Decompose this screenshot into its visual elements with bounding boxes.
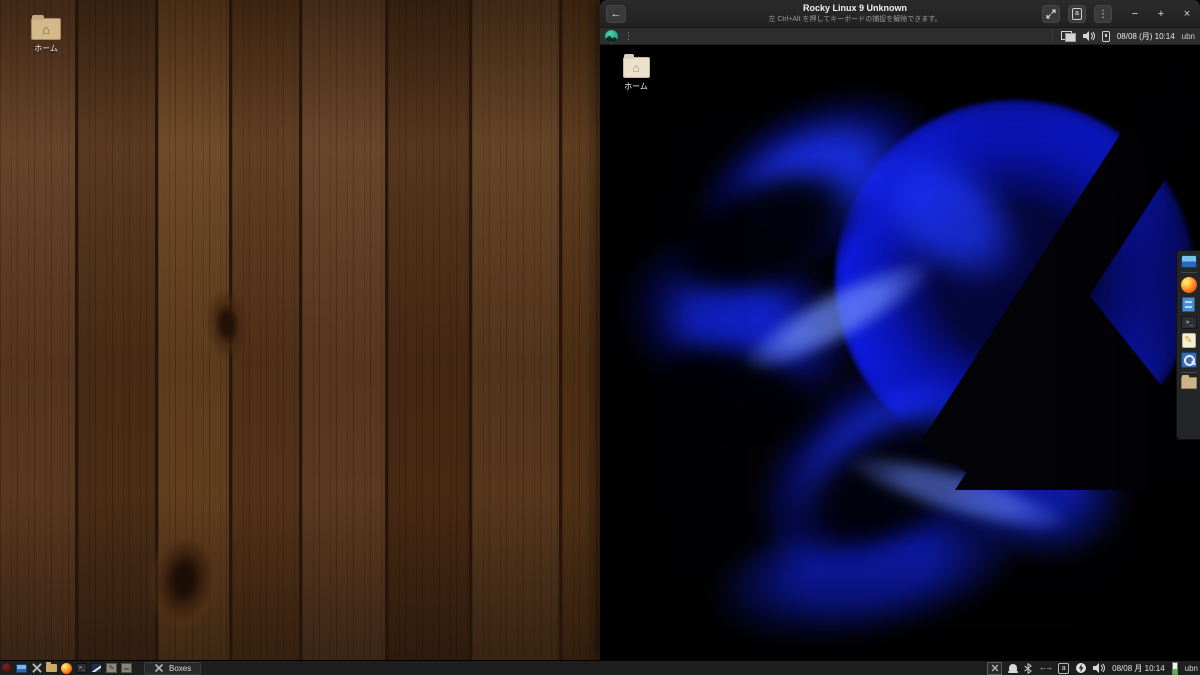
pencil-glyph: ✎ <box>108 664 115 672</box>
boxes-titlebar[interactable]: ← Rocky Linux 9 Unknown 左 Ctrl+Alt を押してキ… <box>600 0 1200 28</box>
folder-icon: ⌂ <box>622 57 650 78</box>
boxes-task-button[interactable]: Boxes <box>144 661 202 675</box>
prompt-glyph: >_ <box>1185 319 1194 326</box>
vm-top-panel: ⋮ 08/08 (月) 10:14 ubn <box>600 28 1200 45</box>
screen: ⌂ ホーム ← Rocky Linux 9 Unknown 左 Ctrl+Alt… <box>0 0 1200 675</box>
wallpaper-swirl <box>600 206 881 444</box>
wood-plank <box>78 0 158 660</box>
window-switcher-icon[interactable] <box>32 663 42 673</box>
input-method-icon[interactable]: a <box>1058 662 1070 674</box>
maximize-button[interactable]: + <box>1154 8 1168 20</box>
send-key-button[interactable]: a <box>1068 5 1086 23</box>
task-button-label: Boxes <box>169 663 192 673</box>
prompt-glyph: >_ <box>78 665 86 671</box>
wallpaper-highlight <box>734 244 941 388</box>
back-button[interactable]: ← <box>606 5 626 23</box>
file-manager-launcher-icon[interactable] <box>46 662 57 672</box>
system-monitor-gauge[interactable] <box>1171 661 1178 675</box>
vm-clock[interactable]: 08/08 (月) 10:14 <box>1117 31 1175 42</box>
text-editor-launcher-icon[interactable]: ✎ <box>106 663 117 673</box>
bluetooth-icon[interactable] <box>1024 662 1032 674</box>
vm-desktop-wallpaper: ⌂ ホーム <box>600 45 1200 660</box>
wallpaper-shadow <box>640 136 885 329</box>
dock-separator <box>1180 372 1197 373</box>
home-folder-label: ホーム <box>34 44 58 53</box>
workspace-icon <box>991 665 998 672</box>
image-viewer-launcher-icon[interactable] <box>91 663 102 673</box>
firefox-launcher-icon[interactable] <box>61 662 72 674</box>
network-icon[interactable] <box>1060 30 1076 42</box>
keyboard-a-icon: a <box>1072 8 1082 20</box>
wood-plank <box>388 0 472 660</box>
notifications-icon[interactable] <box>1008 663 1019 673</box>
keyboard-grab-hint: 左 Ctrl+Alt を押してキーボードの捕捉を解除できます。 <box>768 16 942 23</box>
folder-icon: ⌂ <box>31 18 61 40</box>
vm-display: ⋮ 08/08 (月) 10:14 ubn ⌂ ホーム <box>600 28 1200 660</box>
wood-planks <box>0 0 600 660</box>
pencil-glyph: ✎ <box>1184 334 1193 346</box>
fullscreen-button[interactable] <box>1042 5 1060 23</box>
user-menu[interactable]: ubn <box>1185 664 1198 673</box>
vm-user-menu[interactable]: ubn <box>1182 32 1195 41</box>
battery-icon[interactable] <box>1101 30 1110 42</box>
folder-shortcut-icon[interactable] <box>1180 375 1197 389</box>
vm-tray: 08/08 (月) 10:14 ubn <box>1051 30 1195 42</box>
file-manager-icon[interactable] <box>1182 297 1195 312</box>
display-launcher-icon[interactable] <box>16 663 27 673</box>
rocky-logo-slash <box>1054 45 1200 255</box>
terminal-icon[interactable]: >_ <box>1180 316 1197 329</box>
network-arrows-icon[interactable]: ←→ <box>1039 664 1053 672</box>
taskbar-clock[interactable]: 08/08 月 10:14 <box>1112 663 1164 674</box>
panel-handle-icon[interactable]: ⋮ <box>624 31 633 41</box>
home-folder-label: ホーム <box>624 82 648 91</box>
titlebar-text: Rocky Linux 9 Unknown 左 Ctrl+Alt を押してキーボ… <box>680 3 1030 24</box>
close-button[interactable]: × <box>1180 8 1194 20</box>
host-desktop-wallpaper: ⌂ ホーム <box>0 0 600 660</box>
package-manager-launcher-icon[interactable] <box>121 663 132 673</box>
window-title: Rocky Linux 9 Unknown <box>802 3 907 13</box>
host-home-folder[interactable]: ⌂ ホーム <box>22 18 70 54</box>
wood-plank <box>158 0 232 660</box>
kebab-menu-icon: ⋮ <box>1098 8 1108 20</box>
wallpaper-swirl <box>838 109 1057 321</box>
wood-plank <box>302 0 388 660</box>
boxes-window: ← Rocky Linux 9 Unknown 左 Ctrl+Alt を押してキ… <box>600 0 1200 660</box>
wallpaper-swirl <box>699 474 1031 660</box>
workspace-switcher[interactable] <box>987 661 1003 675</box>
back-arrow-icon: ← <box>610 8 622 20</box>
fullscreen-icon <box>1046 9 1056 19</box>
wood-plank <box>0 0 78 660</box>
minimize-button[interactable]: − <box>1128 8 1142 20</box>
volume-icon[interactable] <box>1093 663 1106 673</box>
screenshot-search-icon[interactable] <box>1180 352 1197 368</box>
menu-button[interactable]: ⋮ <box>1094 5 1112 23</box>
window-controls: − + × <box>1128 8 1194 20</box>
terminal-launcher-icon[interactable]: >_ <box>76 663 87 673</box>
wallpaper-swirl <box>664 51 961 309</box>
rocky-linux-logo-icon[interactable] <box>605 29 618 43</box>
boxes-app-icon <box>155 664 164 673</box>
wood-plank <box>232 0 302 660</box>
house-icon: ⌂ <box>632 60 640 75</box>
firefox-icon[interactable] <box>1180 277 1197 293</box>
menu-icon[interactable] <box>2 663 12 673</box>
power-mode-icon[interactable] <box>1076 663 1087 673</box>
vm-home-folder[interactable]: ⌂ ホーム <box>612 57 660 92</box>
volume-icon[interactable] <box>1082 31 1095 41</box>
host-taskbar: >_ ✎ Boxes ←→ a 08/08 月 10:14 ubn <box>0 660 1200 675</box>
dock-separator <box>1180 272 1197 273</box>
wood-plank <box>472 0 562 660</box>
wallpaper-shadow <box>625 317 840 468</box>
house-icon: ⌂ <box>42 21 50 37</box>
rocky-logo-mountain <box>955 290 1200 490</box>
text-editor-icon[interactable]: ✎ <box>1181 333 1196 348</box>
system-tray: ←→ a 08/08 月 10:14 ubn <box>987 661 1200 675</box>
edge-dock: >_ ✎ <box>1176 250 1200 440</box>
wood-plank <box>562 0 600 660</box>
titlebar-buttons: a ⋮ − + × <box>1042 5 1194 23</box>
display-settings-icon[interactable] <box>1180 255 1197 268</box>
